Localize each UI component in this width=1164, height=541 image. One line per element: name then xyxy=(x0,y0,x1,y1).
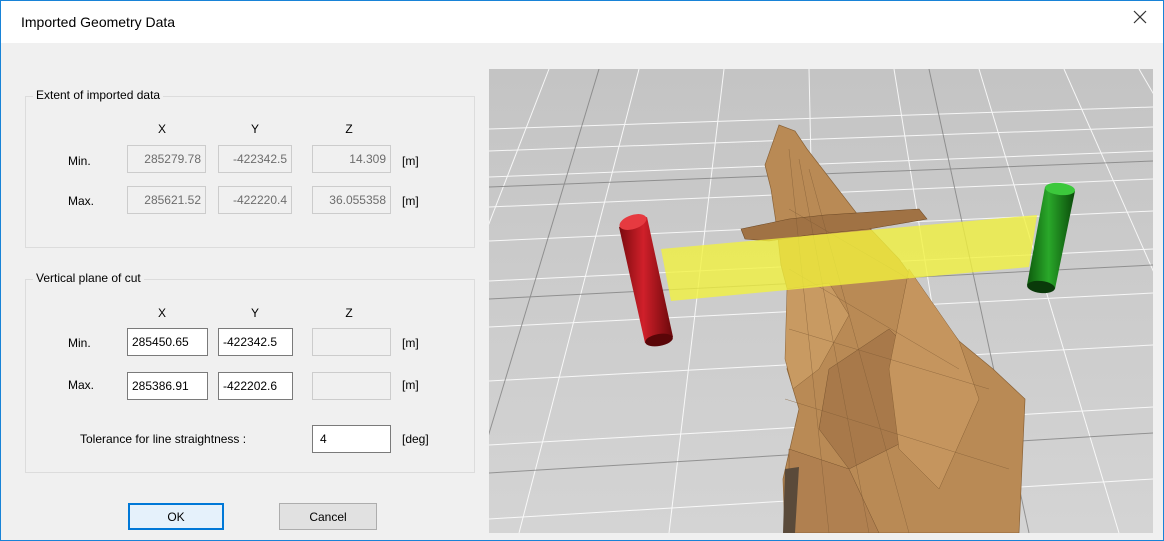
plane-max-x-input[interactable] xyxy=(127,372,208,400)
plane-max-unit: [m] xyxy=(402,378,419,392)
cancel-button[interactable]: Cancel xyxy=(279,503,377,530)
extent-header-y: Y xyxy=(250,122,259,136)
extent-min-y-field xyxy=(218,145,292,173)
3d-viewport[interactable] xyxy=(489,69,1153,533)
extent-max-y-field xyxy=(218,186,292,214)
extent-min-z-field xyxy=(312,145,391,173)
close-button[interactable] xyxy=(1117,1,1163,33)
plane-header-z: Z xyxy=(345,306,353,320)
plane-min-z-field xyxy=(312,328,391,356)
plane-max-y-input[interactable] xyxy=(218,372,293,400)
tolerance-label: Tolerance for line straightness : xyxy=(80,432,247,446)
extent-max-label: Max. xyxy=(68,194,95,208)
extent-header-z: Z xyxy=(345,122,353,136)
plane-min-label: Min. xyxy=(68,336,91,350)
plane-min-y-input[interactable] xyxy=(218,328,293,356)
close-icon xyxy=(1133,10,1147,24)
ok-button[interactable]: OK xyxy=(128,503,224,530)
dialog-window: Imported Geometry Data Extent of importe… xyxy=(0,0,1164,541)
plane-header-x: X xyxy=(157,306,166,320)
plane-min-unit: [m] xyxy=(402,336,419,350)
extent-max-x-field xyxy=(127,186,206,214)
extent-max-z-field xyxy=(312,186,391,214)
extent-min-label: Min. xyxy=(68,154,91,168)
plane-min-x-input[interactable] xyxy=(127,328,208,356)
window-title: Imported Geometry Data xyxy=(21,14,176,30)
extent-max-unit: [m] xyxy=(402,194,419,208)
extent-min-unit: [m] xyxy=(402,154,419,168)
plane-max-z-field xyxy=(312,372,391,400)
extent-header-x: X xyxy=(157,122,166,136)
extent-legend: Extent of imported data xyxy=(33,88,164,102)
plane-legend: Vertical plane of cut xyxy=(33,271,144,285)
plane-max-label: Max. xyxy=(68,378,95,392)
tolerance-input[interactable] xyxy=(312,425,391,453)
tolerance-unit: [deg] xyxy=(402,432,429,446)
title-bar: Imported Geometry Data xyxy=(1,1,1163,43)
extent-min-x-field xyxy=(127,145,206,173)
plane-header-y: Y xyxy=(250,306,259,320)
terrain-scene xyxy=(489,69,1153,533)
